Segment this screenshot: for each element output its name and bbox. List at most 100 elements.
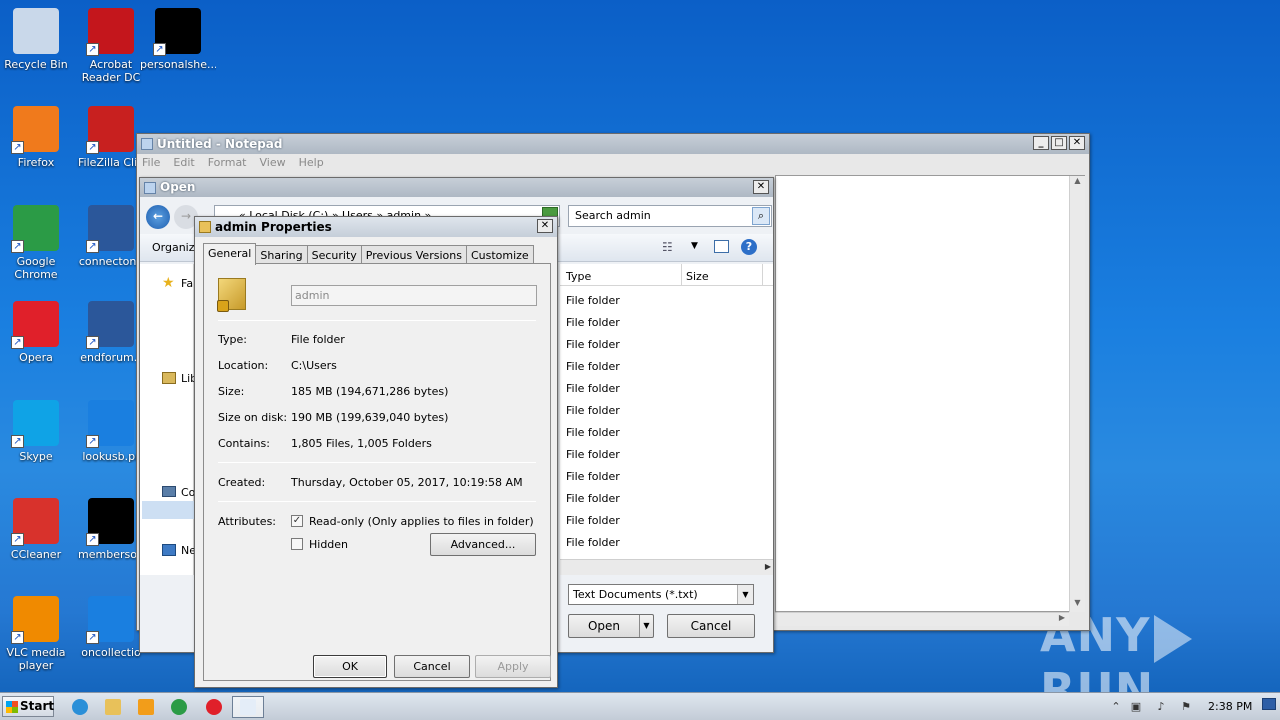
file-row[interactable]: File folder — [566, 426, 620, 439]
open-close-button[interactable]: ✕ — [753, 180, 769, 194]
properties-cancel-button[interactable]: Cancel — [394, 655, 470, 678]
computer-icon — [162, 486, 176, 497]
word-doc-icon: ↗ — [86, 301, 134, 349]
menu-edit[interactable]: Edit — [173, 154, 194, 172]
search-box[interactable]: Search admin ⌕ — [568, 205, 772, 227]
notepad-titlebar[interactable]: Untitled - Notepad _ □ ✕ — [137, 134, 1089, 154]
ccleaner-icon: ↗ — [11, 498, 59, 546]
filezilla-icon: ↗ — [86, 106, 134, 154]
tab-security[interactable]: Security — [306, 245, 362, 265]
folder-name-field[interactable]: admin — [291, 285, 537, 306]
desktop-icon[interactable]: ↗ Google Chrome — [0, 205, 74, 281]
vertical-scrollbar[interactable]: ▲ ▼ — [1069, 176, 1085, 612]
file-list[interactable]: Type Size File folder File folder File fol… — [560, 264, 773, 575]
type-value: File folder — [291, 333, 345, 346]
window-title: Untitled - Notepad — [157, 137, 283, 151]
open-button[interactable]: Open ▼ — [568, 614, 654, 638]
column-header: Type Size — [560, 264, 773, 286]
nav-favorites[interactable]: Fa — [181, 277, 193, 290]
recycle-bin-icon — [13, 8, 59, 54]
horizontal-scrollbar[interactable]: ▶ — [775, 612, 1069, 626]
file-row[interactable]: File folder — [566, 382, 620, 395]
desktop-icon[interactable]: ↗ VLC media player — [0, 596, 74, 672]
open-cancel-button[interactable]: Cancel — [667, 614, 755, 638]
properties-close-button[interactable]: ✕ — [537, 219, 553, 233]
ok-button[interactable]: OK — [313, 655, 387, 678]
view-icon[interactable]: ☷ — [662, 240, 673, 254]
chevron-down-icon[interactable]: ▼ — [691, 241, 698, 251]
chevron-down-icon[interactable]: ▼ — [737, 585, 753, 604]
folder-lock-icon — [217, 278, 246, 312]
network-tray-icon[interactable]: ▣ — [1130, 701, 1142, 713]
search-icon[interactable]: ⌕ — [752, 207, 770, 225]
tab-general[interactable]: General — [203, 243, 257, 265]
navigation-pane[interactable]: ★ Fa Lib Co Ne — [140, 264, 197, 575]
opera-icon: ↗ — [11, 301, 59, 349]
column-size[interactable]: Size — [686, 270, 709, 283]
menu-format[interactable]: Format — [208, 154, 247, 172]
show-desktop-button[interactable] — [1262, 698, 1276, 710]
media-player-icon[interactable] — [138, 699, 154, 715]
file-row[interactable]: File folder — [566, 316, 620, 329]
desktop-icon[interactable]: ↗ personalshe... — [140, 8, 216, 71]
opera-icon[interactable] — [206, 699, 222, 715]
split-arrow-icon[interactable]: ▼ — [639, 615, 653, 637]
file-row[interactable]: File folder — [566, 360, 620, 373]
menu-view[interactable]: View — [260, 154, 286, 172]
play-icon — [1154, 614, 1193, 663]
nav-selected-item[interactable] — [142, 501, 194, 519]
desktop-icon[interactable]: ↗ Skype — [0, 400, 74, 463]
file-row[interactable]: File folder — [566, 492, 620, 505]
minimize-button[interactable]: _ — [1033, 136, 1049, 150]
tab-sharing[interactable]: Sharing — [255, 245, 308, 265]
properties-titlebar[interactable]: admin Properties ✕ — [195, 217, 557, 237]
shortcut-arrow-icon: ↗ — [11, 336, 24, 349]
help-icon[interactable]: ? — [741, 239, 757, 255]
file-row[interactable]: File folder — [566, 404, 620, 417]
hidden-checkbox[interactable] — [291, 538, 303, 550]
desktop-icon[interactable]: ↗ Firefox — [0, 106, 74, 169]
text-area[interactable] — [775, 175, 1085, 612]
apply-button[interactable]: Apply — [475, 655, 551, 678]
ie-icon[interactable] — [72, 699, 88, 715]
file-row[interactable]: File folder — [566, 470, 620, 483]
file-row[interactable]: File folder — [566, 294, 620, 307]
desktop-icon[interactable]: ↗ Opera — [0, 301, 74, 364]
file-list-hscroll[interactable]: ▶ — [560, 559, 773, 575]
skype-icon: ↗ — [11, 400, 59, 448]
back-button[interactable]: ← — [146, 205, 170, 229]
explorer-icon[interactable] — [105, 699, 121, 715]
menu-file[interactable]: File — [142, 154, 160, 172]
tab-customize[interactable]: Customize — [465, 245, 534, 265]
open-titlebar[interactable]: Open ✕ — [140, 178, 773, 197]
preview-pane-icon[interactable] — [714, 240, 729, 253]
close-button[interactable]: ✕ — [1069, 136, 1085, 150]
desktop-icon-label: Google Chrome — [14, 255, 58, 281]
action-center-flag-icon[interactable]: ⚑ — [1180, 701, 1192, 713]
file-row[interactable]: File folder — [566, 536, 620, 549]
menu-help[interactable]: Help — [299, 154, 324, 172]
tab-strip: General Sharing Security Previous Versio… — [203, 243, 534, 265]
file-row[interactable]: File folder — [566, 514, 620, 527]
notepad-icon — [141, 138, 153, 150]
start-button[interactable]: Start — [2, 696, 54, 717]
volume-icon[interactable]: ♪ — [1155, 701, 1167, 713]
clock[interactable]: 2:38 PM — [1208, 700, 1252, 713]
desktop-icon[interactable]: ↗ CCleaner — [0, 498, 74, 561]
shortcut-arrow-icon: ↗ — [153, 43, 166, 56]
readonly-checkbox[interactable]: ✓ — [291, 515, 303, 527]
taskbar: Start ⌃ ▣ ♪ ⚑ 2:38 PM — [0, 692, 1280, 720]
file-row[interactable]: File folder — [566, 338, 620, 351]
maximize-button[interactable]: □ — [1051, 136, 1067, 150]
chrome-icon[interactable] — [171, 699, 187, 715]
tab-previous-versions[interactable]: Previous Versions — [360, 245, 467, 265]
advanced-button[interactable]: Advanced... — [430, 533, 536, 556]
column-type[interactable]: Type — [566, 270, 591, 283]
desktop-icon[interactable]: ↗ Acrobat Reader DC — [73, 8, 149, 84]
active-task-notepad[interactable] — [232, 696, 264, 718]
show-hidden-icons-icon[interactable]: ⌃ — [1110, 701, 1122, 713]
file-type-select[interactable]: Text Documents (*.txt) ▼ — [568, 584, 754, 605]
vlc-icon: ↗ — [11, 596, 59, 644]
file-row[interactable]: File folder — [566, 448, 620, 461]
desktop-icon[interactable]: Recycle Bin — [0, 8, 74, 71]
